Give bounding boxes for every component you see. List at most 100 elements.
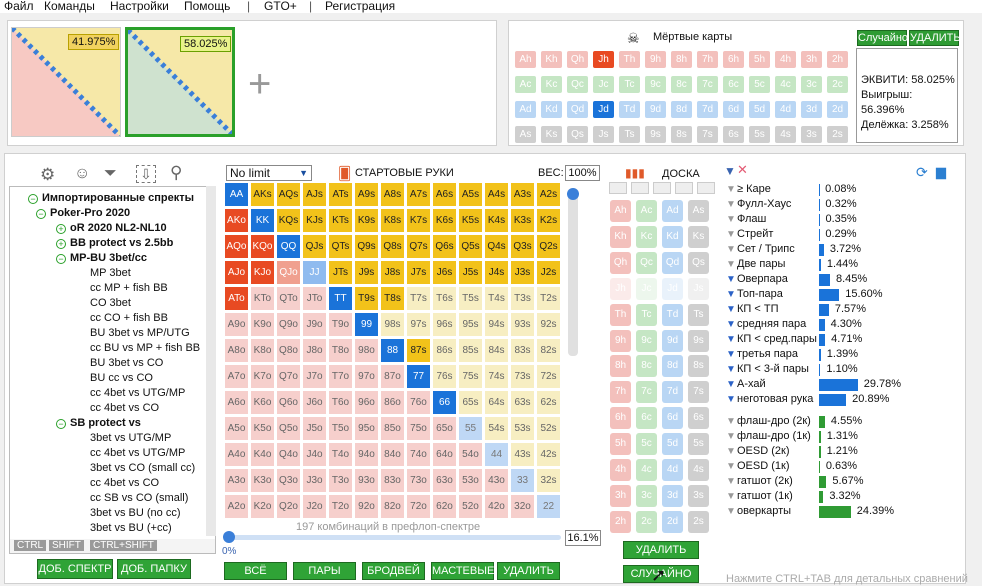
dead-card-Ah[interactable]: Ah (515, 51, 536, 68)
filter-icon[interactable]: ▼ (726, 304, 736, 315)
collapse-icon[interactable]: − (56, 254, 66, 264)
hand-cell-Q5s[interactable]: Q5s (459, 235, 482, 258)
dead-card-3c[interactable]: 3c (801, 76, 822, 93)
filter-icon[interactable]: ▼ (726, 319, 736, 330)
filter-icon[interactable]: ▼ (726, 244, 736, 255)
hand-cell-K7o[interactable]: K7o (251, 365, 274, 388)
board-card-8d[interactable]: 8d (662, 355, 683, 378)
hand-cell-K4o[interactable]: K4o (251, 443, 274, 466)
hand-cell-T8s[interactable]: T8s (381, 287, 404, 310)
hand-cell-54s[interactable]: 54s (485, 417, 508, 440)
hand-cell-95s[interactable]: 95s (459, 313, 482, 336)
hand-cell-Q7o[interactable]: Q7o (277, 365, 300, 388)
hand-cell-K8o[interactable]: K8o (251, 339, 274, 362)
hand-cell-AQo[interactable]: AQo (225, 235, 248, 258)
board-card-Kc[interactable]: Kc (636, 225, 657, 248)
board-card-3s[interactable]: 3s (688, 484, 709, 507)
dead-card-5s[interactable]: 5s (749, 126, 770, 143)
dead-delete-button[interactable]: УДАЛИТЬ (909, 30, 961, 46)
dead-card-Jc[interactable]: Jc (593, 76, 614, 93)
hand-cell-KK[interactable]: KK (251, 209, 274, 232)
dead-card-2h[interactable]: 2h (827, 51, 848, 68)
hand-cell-K6o[interactable]: K6o (251, 391, 274, 414)
add-range-icon[interactable]: + (248, 64, 271, 104)
hand-cell-A7s[interactable]: A7s (407, 183, 430, 206)
hand-cell-T2s[interactable]: T2s (537, 287, 560, 310)
hand-cell-A3o[interactable]: A3o (225, 469, 248, 492)
hand-cell-85s[interactable]: 85s (459, 339, 482, 362)
dead-card-Jh[interactable]: Jh (593, 51, 614, 68)
filter-icon[interactable]: ▼ (726, 394, 736, 405)
hand-cell-94o[interactable]: 94o (355, 443, 378, 466)
filter-icon[interactable]: ▼ (726, 229, 736, 240)
dead-card-8d[interactable]: 8d (671, 101, 692, 118)
dead-card-Kc[interactable]: Kc (541, 76, 562, 93)
hand-cell-84s[interactable]: 84s (485, 339, 508, 362)
stat-row[interactable]: ▼ Две пары 1.44% (726, 258, 896, 273)
board-card-4s[interactable]: 4s (688, 459, 709, 481)
board-card-Ks[interactable]: Ks (688, 225, 709, 248)
filter-icon[interactable]: ▼ (724, 164, 736, 178)
hand-cell-KTs[interactable]: KTs (329, 209, 352, 232)
hand-cell-Q2s[interactable]: Q2s (537, 235, 560, 258)
menu-settings[interactable]: Настройки (110, 0, 169, 12)
filter-icon[interactable]: ▼ (726, 184, 736, 195)
board-card-6c[interactable]: 6c (636, 407, 657, 430)
board-card-3c[interactable]: 3c (636, 484, 657, 507)
stat-row[interactable]: ▼ КП < сред.пары 4.71% (726, 333, 896, 348)
hand-cell-KJs[interactable]: KJs (303, 209, 326, 232)
board-card-Qc[interactable]: Qc (636, 251, 657, 274)
hand-cell-53o[interactable]: 53o (459, 469, 482, 492)
hand-cell-94s[interactable]: 94s (485, 313, 508, 336)
tree-item[interactable]: cc BU vs MP + fish BB (90, 342, 200, 354)
stat-row[interactable]: ▼ флаш-дро (2к) 4.55% (726, 415, 896, 430)
dead-card-9s[interactable]: 9s (645, 126, 666, 143)
dead-card-Th[interactable]: Th (619, 51, 640, 68)
dead-card-4s[interactable]: 4s (775, 126, 796, 143)
hand-cell-T3o[interactable]: T3o (329, 469, 352, 492)
hand-cell-KTo[interactable]: KTo (251, 287, 274, 310)
hand-cell-74s[interactable]: 74s (485, 365, 508, 388)
filter-icon[interactable]: ▼ (726, 379, 736, 390)
hand-cell-82o[interactable]: 82o (381, 495, 404, 518)
tree-item[interactable]: cc MP + fish BB (90, 282, 168, 294)
hand-cell-95o[interactable]: 95o (355, 417, 378, 440)
dead-card-Js[interactable]: Js (593, 126, 614, 143)
hand-cell-A4o[interactable]: A4o (225, 443, 248, 466)
hand-cell-QTo[interactable]: QTo (277, 287, 300, 310)
dead-card-Ts[interactable]: Ts (619, 126, 640, 143)
board-card-5c[interactable]: 5c (636, 433, 657, 456)
stat-row[interactable]: ▼ гатшот (1к) 3.32% (726, 490, 896, 505)
dead-card-8h[interactable]: 8h (671, 51, 692, 68)
hand-cell-43o[interactable]: 43o (485, 469, 508, 492)
dead-card-6d[interactable]: 6d (723, 101, 744, 118)
user-icon[interactable]: ☺ (74, 165, 90, 183)
hand-cell-K7s[interactable]: K7s (407, 209, 430, 232)
tree-item[interactable]: cc CO + fish BB (90, 312, 168, 324)
search-icon[interactable]: ⚲ (170, 163, 182, 183)
board-card-2h[interactable]: 2h (610, 510, 631, 533)
dead-card-Qd[interactable]: Qd (567, 101, 588, 118)
hand-cell-77[interactable]: 77 (407, 365, 430, 388)
tree-item[interactable]: cc 4bet vs UTG/MP (90, 447, 185, 459)
hand-cell-Q3s[interactable]: Q3s (511, 235, 534, 258)
hand-cell-T6o[interactable]: T6o (329, 391, 352, 414)
hand-cell-A5o[interactable]: A5o (225, 417, 248, 440)
hand-cell-Q6s[interactable]: Q6s (433, 235, 456, 258)
hand-cell-J9s[interactable]: J9s (355, 261, 378, 284)
hand-cell-Q5o[interactable]: Q5o (277, 417, 300, 440)
hand-cell-AKs[interactable]: AKs (251, 183, 274, 206)
hand-cell-64o[interactable]: 64o (433, 443, 456, 466)
dead-card-6h[interactable]: 6h (723, 51, 744, 68)
hand-cell-Q2o[interactable]: Q2o (277, 495, 300, 518)
ctrl-shift-key-label[interactable]: CTRL+SHIFT (90, 540, 157, 551)
hand-cell-J3o[interactable]: J3o (303, 469, 326, 492)
hand-cell-A3s[interactable]: A3s (511, 183, 534, 206)
hand-cell-T5s[interactable]: T5s (459, 287, 482, 310)
dead-card-9h[interactable]: 9h (645, 51, 666, 68)
dead-card-3s[interactable]: 3s (801, 126, 822, 143)
board-card-Ad[interactable]: Ad (662, 200, 683, 222)
hand-cell-T4o[interactable]: T4o (329, 443, 352, 466)
hand-cell-A6s[interactable]: A6s (433, 183, 456, 206)
stat-row[interactable]: ▼ Стрейт 0.29% (726, 228, 896, 243)
